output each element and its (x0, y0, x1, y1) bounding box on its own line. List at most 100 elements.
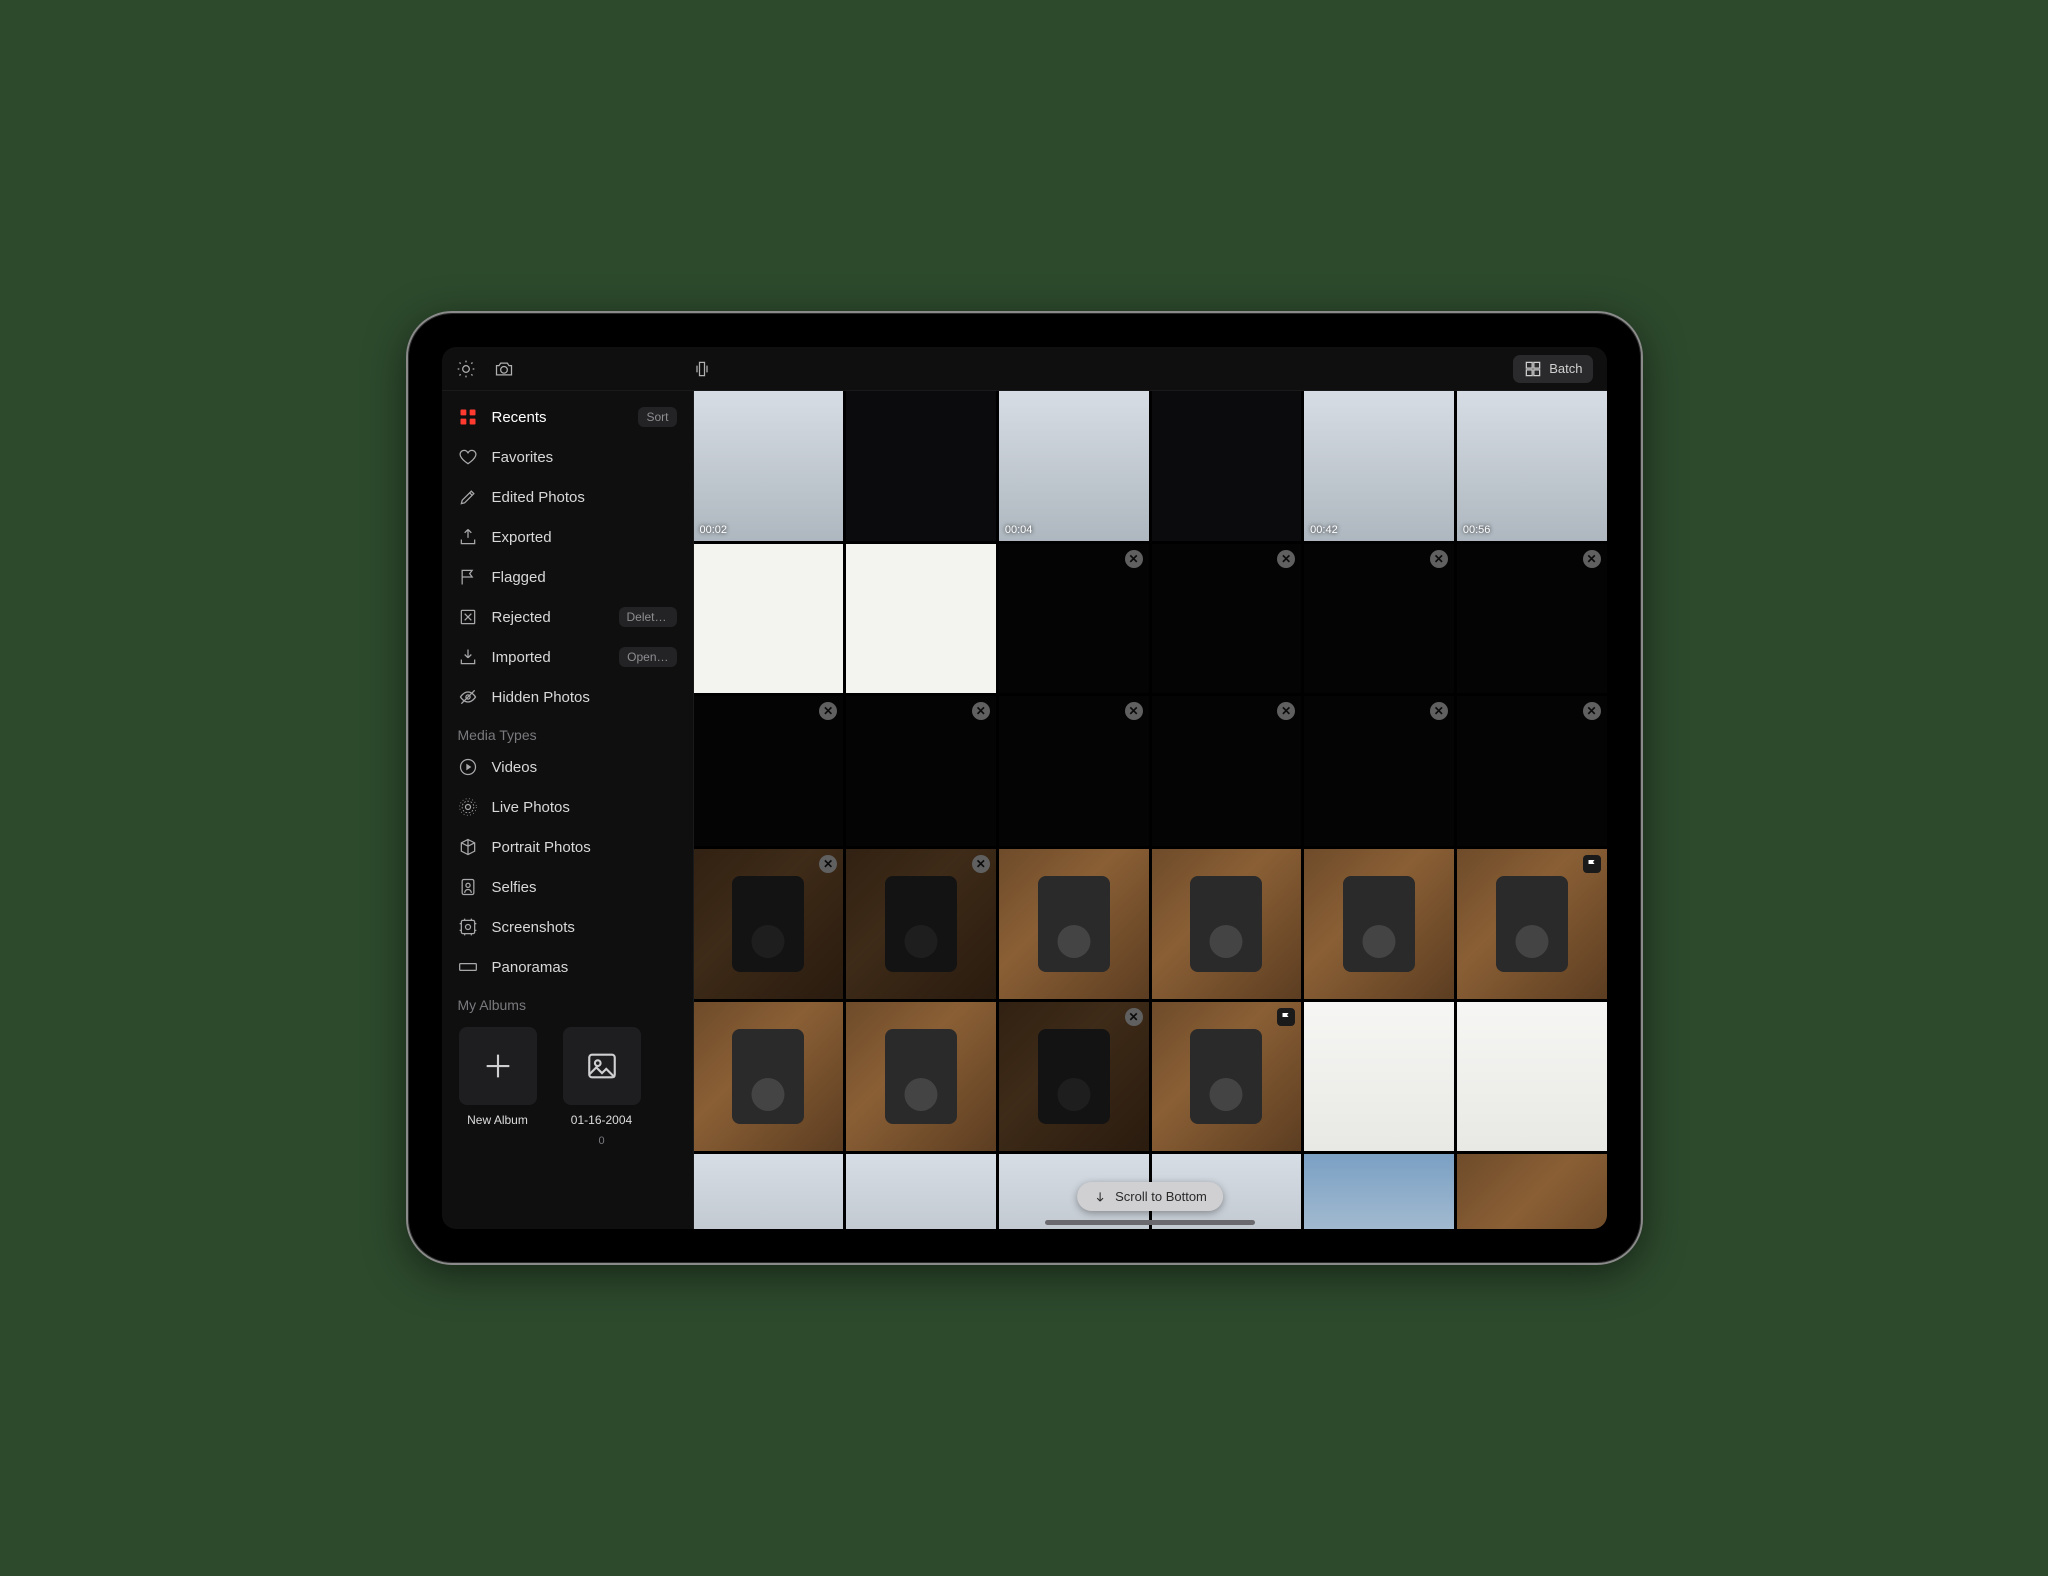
photo-cell[interactable] (846, 391, 996, 541)
sidebar-item-live-photos[interactable]: Live Photos (442, 787, 693, 827)
rejected-badge: ✕ (1583, 550, 1601, 568)
sidebar-item-label: Portrait Photos (492, 839, 591, 856)
sidebar-item-recents[interactable]: Recents Sort (442, 397, 693, 437)
gear-icon (456, 359, 476, 379)
photo-cell[interactable]: 00:02 (694, 391, 844, 541)
sidebar-item-label: Live Photos (492, 799, 570, 816)
heart-icon (458, 447, 478, 467)
photo-cell[interactable] (694, 544, 844, 694)
sidebar-item-label: Selfies (492, 879, 537, 896)
album-tile[interactable]: 01-16-2004 0 (562, 1027, 642, 1147)
ipod-placeholder (1190, 876, 1262, 972)
photo-cell[interactable]: ✕ (999, 696, 1149, 846)
photo-cell[interactable] (846, 1002, 996, 1152)
photo-cell[interactable] (1304, 849, 1454, 999)
sidebar-item-screenshots[interactable]: Screenshots (442, 907, 693, 947)
photo-cell[interactable]: ✕ (846, 849, 996, 999)
photo-cell[interactable]: ✕ (1457, 544, 1607, 694)
photo-cell[interactable]: 00:42 (1304, 391, 1454, 541)
picture-icon (563, 1027, 641, 1105)
sidebar-item-imported[interactable]: ImportedOpen… (442, 637, 693, 677)
haptic-button[interactable] (692, 359, 712, 379)
person-icon (458, 877, 478, 897)
ipod-placeholder (1496, 876, 1568, 972)
camera-button[interactable] (494, 359, 514, 379)
rejected-badge: ✕ (819, 702, 837, 720)
photo-cell[interactable]: ✕ (694, 696, 844, 846)
photo-cell[interactable]: ✕ (999, 1002, 1149, 1152)
app-screen: Batch Recents Sort FavoritesEdited PhotosE… (442, 347, 1607, 1229)
sidebar-item-exported[interactable]: Exported (442, 517, 693, 557)
photo-cell[interactable]: ✕ (1304, 696, 1454, 846)
photo-cell[interactable]: ✕ (1457, 696, 1607, 846)
photo-cell[interactable] (846, 1154, 996, 1229)
album-subtitle: 0 (598, 1135, 604, 1147)
rejected-badge: ✕ (1125, 1008, 1143, 1026)
sidebar-item-hidden-photos[interactable]: Hidden Photos (442, 677, 693, 717)
photo-cell[interactable] (1304, 1002, 1454, 1152)
rejected-badge: ✕ (1125, 702, 1143, 720)
photo-cell[interactable] (1304, 1154, 1454, 1229)
topbar: Batch (442, 347, 1607, 391)
photo-cell[interactable] (1457, 849, 1607, 999)
grid-icon (458, 407, 478, 427)
screenshot-icon (458, 917, 478, 937)
sidebar-item-videos[interactable]: Videos (442, 747, 693, 787)
photo-cell[interactable]: ✕ (999, 544, 1149, 694)
photo-cell[interactable] (694, 1154, 844, 1229)
play-icon (458, 757, 478, 777)
sidebar-item-flagged[interactable]: Flagged (442, 557, 693, 597)
sidebar-item-trailing[interactable]: Delete… (619, 607, 677, 627)
sidebar-item-edited-photos[interactable]: Edited Photos (442, 477, 693, 517)
album-title: 01-16-2004 (571, 1113, 632, 1127)
photo-cell[interactable]: 00:56 (1457, 391, 1607, 541)
photo-cell[interactable]: ✕ (694, 849, 844, 999)
rejected-badge: ✕ (1430, 702, 1448, 720)
photo-cell[interactable]: ✕ (1152, 544, 1302, 694)
photo-cell[interactable]: ✕ (846, 696, 996, 846)
sidebar-item-label: Screenshots (492, 919, 575, 936)
rejected-badge: ✕ (1583, 702, 1601, 720)
batch-button[interactable]: Batch (1513, 355, 1592, 383)
photo-cell[interactable] (1152, 1002, 1302, 1152)
photo-cell[interactable] (1457, 1002, 1607, 1152)
ipod-placeholder (732, 1029, 804, 1125)
sidebar-item-label: Recents (492, 409, 547, 426)
sidebar-item-rejected[interactable]: RejectedDelete… (442, 597, 693, 637)
sidebar-item-trailing[interactable]: Sort (638, 407, 676, 427)
video-duration: 00:42 (1310, 524, 1338, 536)
ipod-placeholder (1343, 876, 1415, 972)
flagged-badge (1583, 855, 1601, 873)
scroll-label: Scroll to Bottom (1115, 1189, 1207, 1204)
sidebar-item-label: Panoramas (492, 959, 569, 976)
sidebar-item-portrait-photos[interactable]: Portrait Photos (442, 827, 693, 867)
photo-cell[interactable] (1457, 1154, 1607, 1229)
photo-cell[interactable] (1152, 391, 1302, 541)
scroll-to-bottom-button[interactable]: Scroll to Bottom (1077, 1182, 1223, 1211)
settings-button[interactable] (456, 359, 476, 379)
rejected-badge: ✕ (1277, 550, 1295, 568)
sidebar-item-selfies[interactable]: Selfies (442, 867, 693, 907)
photo-cell[interactable] (694, 1002, 844, 1152)
plus-icon (459, 1027, 537, 1105)
album-tile[interactable]: New Album (458, 1027, 538, 1147)
reject-icon (458, 607, 478, 627)
rejected-badge: ✕ (1430, 550, 1448, 568)
photo-cell[interactable]: 00:04 (999, 391, 1149, 541)
import-icon (458, 647, 478, 667)
ipod-placeholder (885, 1029, 957, 1125)
sidebar-item-panoramas[interactable]: Panoramas (442, 947, 693, 987)
ipod-placeholder (1038, 876, 1110, 972)
photo-grid: 00:0200:0400:4200:56✕✕✕✕✕✕✕✕✕✕✕✕✕ (694, 391, 1607, 1229)
ipod-placeholder (1190, 1029, 1262, 1125)
photo-cell[interactable] (1152, 849, 1302, 999)
photo-cell[interactable] (999, 849, 1149, 999)
sidebar-item-trailing[interactable]: Open… (619, 647, 676, 667)
sidebar-item-favorites[interactable]: Favorites (442, 437, 693, 477)
video-duration: 00:56 (1463, 524, 1491, 536)
home-indicator (1045, 1220, 1255, 1225)
photo-cell[interactable]: ✕ (1152, 696, 1302, 846)
photo-cell[interactable] (846, 544, 996, 694)
photo-cell[interactable]: ✕ (1304, 544, 1454, 694)
grid-icon (1523, 359, 1543, 379)
